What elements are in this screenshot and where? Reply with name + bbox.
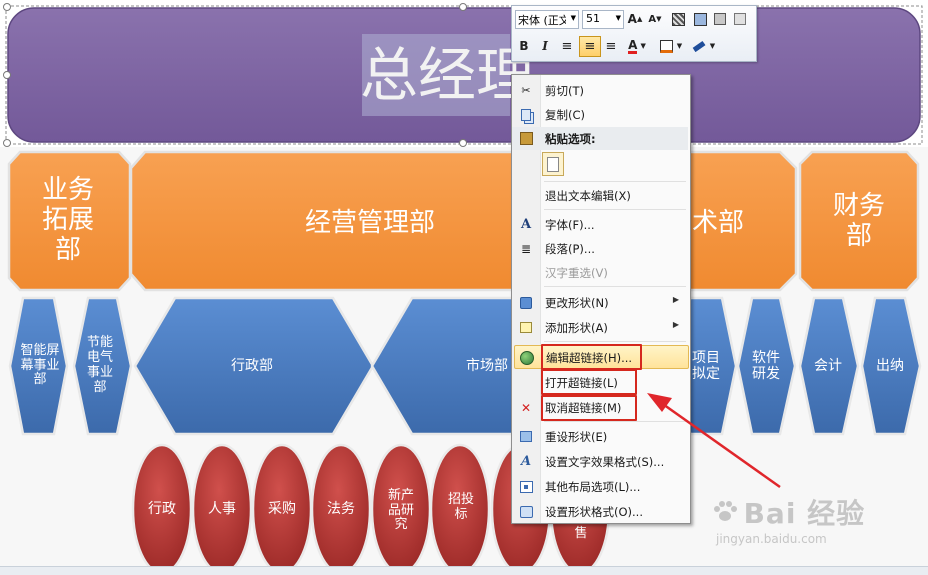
menu-label: 段落(P)... xyxy=(545,242,595,256)
context-menu: ✂ 剪切(T) 复制(C) 粘贴选项: 退出文本编辑(X) A 字体(F)...… xyxy=(511,74,691,524)
remove-link-icon: ✕ xyxy=(520,400,532,415)
watermark-paw-icon xyxy=(712,500,738,524)
add-shape-icon xyxy=(517,319,535,336)
align-left-icon[interactable]: ≡ xyxy=(558,37,576,55)
title-text-highlight xyxy=(362,34,510,116)
paste-keep-text-button[interactable] xyxy=(542,152,564,176)
copy-icon xyxy=(517,106,535,123)
send-back-icon[interactable] xyxy=(711,10,729,28)
annotation-box-remove-link xyxy=(541,395,637,421)
menu-item-layout-options[interactable]: 其他布局选项(L)... xyxy=(514,475,687,498)
menu-item-add-shape[interactable]: 添加形状(A) ▶ xyxy=(514,316,687,339)
menu-item-shape-format[interactable]: 设置形状格式(O)... xyxy=(514,500,687,523)
scissors-icon: ✂ xyxy=(521,84,531,97)
globe-link-icon xyxy=(518,349,536,366)
menu-label: 粘贴选项: xyxy=(545,132,596,146)
chevron-down-icon: ▼ xyxy=(570,14,576,22)
menu-label: 其他布局选项(L)... xyxy=(545,480,641,494)
menu-item-text-effects[interactable]: A 设置文字效果格式(S)... xyxy=(514,450,687,473)
font-icon: A xyxy=(520,217,532,232)
menu-label: 更改形状(N) xyxy=(545,296,609,310)
menu-label: 重设形状(E) xyxy=(545,430,608,444)
menu-label: 添加形状(A) xyxy=(545,321,608,335)
annotation-box-edit-link xyxy=(541,344,642,370)
slide-canvas[interactable]: 总经理 业务拓展部 经营管理部 术部 财务部 智能屏幕事业部 节能电气事业部 行… xyxy=(0,0,928,574)
menu-label: 复制(C) xyxy=(545,108,586,122)
align-center-icon[interactable]: ≡ xyxy=(579,36,601,57)
bring-front-icon[interactable] xyxy=(691,10,709,28)
paragraph-icon: ≣ xyxy=(520,241,532,256)
menu-item-reset-shape[interactable]: 重设形状(E) xyxy=(514,425,687,448)
shrink-font-icon[interactable]: A ▼ xyxy=(646,10,664,28)
menu-item-paragraph[interactable]: ≣ 段落(P)... xyxy=(514,237,687,260)
submenu-arrow-icon: ▶ xyxy=(672,320,679,329)
text-effect-icon: A xyxy=(520,454,532,469)
font-size-select[interactable]: 51 ▼ xyxy=(582,10,624,29)
shape-format-icon xyxy=(517,503,535,520)
menu-label: 退出文本编辑(X) xyxy=(545,189,631,203)
font-name-value: 宋体 (正文) xyxy=(518,14,566,27)
group-icon[interactable] xyxy=(731,10,749,28)
menu-item-change-shape[interactable]: 更改形状(N) ▶ xyxy=(514,291,687,314)
menu-label: 设置文字效果格式(S)... xyxy=(545,455,665,469)
menu-item-exit-text-edit[interactable]: 退出文本编辑(X) xyxy=(514,184,687,207)
menu-label: 设置形状格式(O)... xyxy=(545,505,643,519)
fill-color-icon[interactable]: ▼ xyxy=(657,37,685,55)
menu-item-hanzi-reselect: 汉字重选(V) xyxy=(514,261,687,284)
menu-item-paste-options: 粘贴选项: xyxy=(512,127,688,150)
line-color-icon[interactable]: ▼ xyxy=(690,37,718,55)
font-color-icon[interactable]: A ▼ xyxy=(624,37,650,55)
submenu-arrow-icon: ▶ xyxy=(672,295,679,304)
layout-icon xyxy=(517,478,535,495)
mini-toolbar: 宋体 (正文) ▼ 51 ▼ A▲ A▼ B I ≡ ≡ ≡ A▼ ▼ ▼ xyxy=(511,5,757,62)
menu-label: 汉字重选(V) xyxy=(545,266,608,280)
align-right-icon[interactable]: ≡ xyxy=(602,37,620,55)
grow-font-icon[interactable]: A ▲ xyxy=(626,10,644,28)
menu-item-cut[interactable]: ✂ 剪切(T) xyxy=(514,79,687,102)
format-painter-icon[interactable] xyxy=(669,10,687,28)
reset-shape-icon xyxy=(517,428,535,445)
bold-button[interactable]: B xyxy=(515,37,533,55)
menu-label: 剪切(T) xyxy=(545,84,584,98)
paste-icon xyxy=(517,130,535,147)
menu-item-copy[interactable]: 复制(C) xyxy=(514,103,687,126)
watermark-brand: Bai 经验 xyxy=(743,497,866,530)
font-name-select[interactable]: 宋体 (正文) ▼ xyxy=(515,10,579,29)
font-size-value: 51 xyxy=(586,12,600,25)
dept-shapes[interactable] xyxy=(7,150,920,292)
change-shape-icon xyxy=(517,294,535,311)
annotation-box-open-link xyxy=(541,369,637,395)
paste-text-icon xyxy=(547,156,559,172)
chevron-down-icon: ▼ xyxy=(615,14,621,22)
watermark-url: jingyan.baidu.com xyxy=(716,532,827,546)
italic-button[interactable]: I xyxy=(536,37,554,55)
menu-item-font[interactable]: A 字体(F)... xyxy=(514,213,687,236)
menu-label: 字体(F)... xyxy=(545,218,595,232)
watermark: Bai 经验 jingyan.baidu.com xyxy=(712,492,865,546)
